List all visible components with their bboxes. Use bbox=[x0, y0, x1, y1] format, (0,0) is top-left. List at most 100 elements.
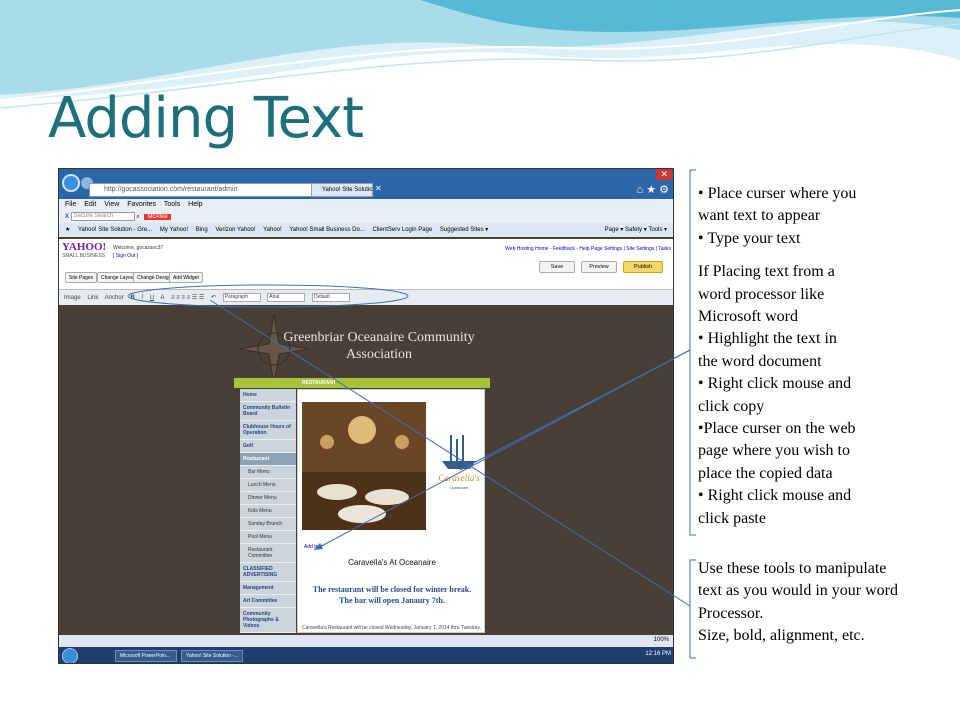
note-line: • Type your text bbox=[698, 229, 801, 247]
font-select[interactable]: Arial bbox=[267, 293, 306, 302]
align-icons[interactable]: ≡ ≡ ≡ ≡ ☰ ☰ bbox=[171, 295, 204, 301]
body-text: Caravella's Restaurant will be closed We… bbox=[302, 625, 481, 631]
menu-edit[interactable]: Edit bbox=[84, 201, 96, 208]
caravellas-logo-text: Caravella's bbox=[438, 473, 480, 483]
nav-item[interactable]: Lunch Menu bbox=[240, 479, 296, 492]
nav-item[interactable]: Art Committee bbox=[240, 595, 296, 608]
cmd-tools[interactable]: Tools ▾ bbox=[648, 227, 667, 233]
yahoo-logo-sub: SMALL BUSINESS bbox=[62, 253, 105, 259]
undo-icon[interactable]: ↶ bbox=[211, 295, 216, 301]
add-widget-button[interactable]: Add Widget bbox=[169, 272, 203, 283]
publish-button[interactable]: Publish bbox=[623, 261, 663, 273]
welcome-text: Welcome, gocassoc37 bbox=[113, 245, 164, 251]
note-line: word processor like bbox=[698, 285, 825, 303]
cmd-page[interactable]: Page ▾ bbox=[605, 227, 624, 233]
menu-favorites[interactable]: Favorites bbox=[127, 201, 156, 208]
note-line: text as you would in your word bbox=[698, 582, 898, 600]
note-line: • Place curser where you bbox=[698, 185, 857, 202]
nav-item[interactable]: Restaurant Committee bbox=[240, 544, 296, 563]
nav-item[interactable]: Golf bbox=[240, 440, 296, 453]
menu-view[interactable]: View bbox=[104, 201, 119, 208]
back-button[interactable] bbox=[62, 174, 80, 192]
italic-button[interactable]: I bbox=[141, 295, 143, 301]
nav-item[interactable]: Dinner Menu bbox=[240, 492, 296, 505]
nav-item[interactable]: Community Photographs & Videos bbox=[240, 608, 296, 633]
favorites-star-icon[interactable]: ★ bbox=[65, 227, 70, 233]
tools-text: Use these tools to manipulate text as yo… bbox=[698, 558, 958, 648]
nav-item[interactable]: Clubhouse Hours of Operation bbox=[240, 421, 296, 440]
fav-item[interactable]: Verizon Yahoo! bbox=[215, 227, 255, 233]
size-select[interactable]: Default bbox=[311, 293, 350, 302]
zoom-level[interactable]: 100% bbox=[654, 637, 669, 643]
taskbar-powerpoint[interactable]: Microsoft PowerPoin... bbox=[115, 650, 177, 662]
search-icon[interactable]: ⌕ bbox=[136, 214, 139, 220]
fav-item[interactable]: Yahoo! bbox=[263, 227, 282, 233]
paragraph-select[interactable]: Paragraph bbox=[222, 293, 261, 302]
add-text-link[interactable]: Add text bbox=[304, 544, 322, 550]
note-line: • Right click mouse and bbox=[698, 375, 852, 393]
note-line: Microsoft word bbox=[698, 308, 798, 326]
content-area[interactable]: Caravella's Oceanaire Add text Caravella… bbox=[297, 389, 485, 633]
font-color-button[interactable]: A bbox=[160, 295, 164, 301]
note-line: place the copied data bbox=[698, 464, 833, 482]
favorites-bar: ★ Yahoo! Site Solution - Gre... My Yahoo… bbox=[59, 223, 673, 237]
taskbar-ie[interactable]: Yahoo! Site Solution -... bbox=[181, 650, 243, 662]
home-favorites-gear-icons[interactable]: ⌂ ★ ⚙ bbox=[637, 183, 669, 196]
note-line: want text to appear bbox=[698, 207, 821, 225]
menu-bar: File Edit View Favorites Tools Help bbox=[59, 199, 673, 211]
link-tool[interactable]: Link bbox=[87, 295, 98, 301]
restaurant-photo bbox=[302, 402, 426, 530]
fav-item[interactable]: Yahoo! Site Solution - Gre... bbox=[78, 227, 152, 233]
builder-top-links[interactable]: Web Hosting Home - Feedback - Help Page … bbox=[505, 246, 671, 252]
note-line: click paste bbox=[698, 509, 766, 527]
nav-item[interactable]: Community Bulletin Board bbox=[240, 402, 296, 421]
save-button[interactable]: Save bbox=[539, 261, 575, 273]
note-line: page where you wish to bbox=[698, 442, 850, 460]
notice-line2: The bar will open Janaury 7th. bbox=[339, 596, 445, 605]
signout-link[interactable]: [ Sign Out ] bbox=[113, 253, 138, 259]
site-pages-button[interactable]: Site Pages bbox=[65, 272, 98, 283]
fav-item[interactable]: My Yahoo! bbox=[160, 227, 188, 233]
underline-button[interactable]: U bbox=[150, 295, 154, 301]
browser-tab[interactable]: Yahoo! Site Solution ... bbox=[311, 183, 373, 197]
nav-item[interactable]: Pool Menu bbox=[240, 531, 296, 544]
windows-taskbar: Microsoft PowerPoin... Yahoo! Site Solut… bbox=[59, 647, 673, 663]
nav-item[interactable]: Kids Menu bbox=[240, 505, 296, 518]
nav-item[interactable]: Management bbox=[240, 582, 296, 595]
nav-item[interactable]: Home bbox=[240, 389, 296, 402]
cmd-safety[interactable]: Safety ▾ bbox=[625, 227, 647, 233]
note-line: the word document bbox=[698, 352, 822, 370]
fav-item[interactable]: Suggested Sites ▾ bbox=[440, 227, 488, 233]
image-tool[interactable]: Image bbox=[64, 295, 81, 301]
note-line: Size, bold, alignment, etc. bbox=[698, 627, 865, 645]
command-bar: Page ▾ Safety ▾ Tools ▾ bbox=[605, 226, 667, 233]
fav-item[interactable]: Bing bbox=[196, 227, 208, 233]
note-line: click copy bbox=[698, 397, 765, 415]
menu-file[interactable]: File bbox=[65, 201, 76, 208]
nav-item[interactable]: CLASSIFIED ADVERTISING bbox=[240, 563, 296, 582]
note-line: • Highlight the text in bbox=[698, 330, 837, 348]
preview-button[interactable]: Preview bbox=[581, 261, 617, 273]
menu-help[interactable]: Help bbox=[188, 201, 202, 208]
note-line: Processor. bbox=[698, 604, 764, 622]
start-button[interactable] bbox=[62, 648, 78, 663]
search-row: X Secure Search ⌕ McAfee bbox=[59, 211, 673, 223]
nav-item[interactable]: Bar Menu bbox=[240, 466, 296, 479]
bold-button[interactable]: B bbox=[130, 295, 134, 301]
caravellas-logo-sub: Oceanaire bbox=[450, 485, 469, 490]
anchor-tool[interactable]: Anchor bbox=[105, 295, 124, 301]
nav-item[interactable]: Restaurant bbox=[240, 453, 296, 466]
format-toolbar: Image Link Anchor B I U A ≡ ≡ ≡ ≡ ☰ ☰ ↶ … bbox=[59, 289, 673, 305]
menu-tools[interactable]: Tools bbox=[164, 201, 180, 208]
address-bar[interactable]: http://gocassociation.com/restaurant/adm… bbox=[89, 183, 339, 197]
site-title-line1: Greenbriar Oceanaire Community bbox=[283, 330, 475, 345]
fav-item[interactable]: ClientServ Login Page bbox=[373, 227, 433, 233]
instructions-text: • Place curser where you want text to ap… bbox=[698, 183, 958, 530]
secure-search-input[interactable]: Secure Search bbox=[70, 212, 135, 221]
mcafee-badge[interactable]: McAfee bbox=[144, 214, 171, 221]
nav-item[interactable]: Sunday Brunch bbox=[240, 518, 296, 531]
window-close-icon[interactable]: ✕ bbox=[656, 169, 672, 180]
tab-close-icon[interactable]: ✕ bbox=[375, 184, 382, 193]
caravellas-logo: Caravella's Oceanaire bbox=[438, 435, 480, 490]
fav-item[interactable]: Yahoo! Small Business Do... bbox=[289, 227, 365, 233]
